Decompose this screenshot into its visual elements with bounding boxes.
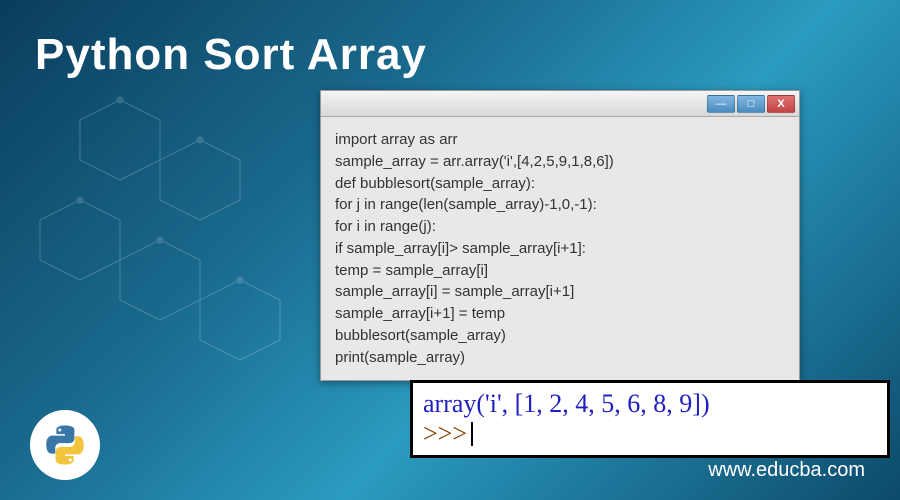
code-line: for i in range(j): (335, 216, 785, 238)
code-line: sample_array = arr.array('i',[4,2,5,9,1,… (335, 151, 785, 173)
repl-prompt-line: >>> (423, 419, 877, 449)
code-line: import array as arr (335, 129, 785, 151)
output-result: array('i', [1, 2, 4, 5, 6, 8, 9]) (423, 389, 877, 419)
output-window: array('i', [1, 2, 4, 5, 6, 8, 9]) >>> (410, 380, 890, 458)
maximize-button[interactable]: □ (737, 95, 765, 113)
code-line: sample_array[i+1] = temp (335, 303, 785, 325)
code-line: sample_array[i] = sample_array[i+1] (335, 281, 785, 303)
window-titlebar: — □ X (321, 91, 799, 117)
code-body: import array as arr sample_array = arr.a… (321, 117, 799, 380)
repl-prompt: >>> (423, 419, 467, 449)
site-url: www.educba.com (708, 459, 865, 482)
code-line: def bubblesort(sample_array): (335, 173, 785, 195)
code-line: for j in range(len(sample_array)-1,0,-1)… (335, 194, 785, 216)
page-title: Python Sort Array (35, 30, 427, 80)
minimize-button[interactable]: — (707, 95, 735, 113)
code-line: if sample_array[i]> sample_array[i+1]: (335, 238, 785, 260)
code-line: temp = sample_array[i] (335, 260, 785, 282)
python-logo-icon (30, 410, 100, 480)
code-window: — □ X import array as arr sample_array =… (320, 90, 800, 381)
code-line: bubblesort(sample_array) (335, 325, 785, 347)
code-line: print(sample_array) (335, 347, 785, 369)
close-button[interactable]: X (767, 95, 795, 113)
text-cursor (471, 422, 473, 446)
